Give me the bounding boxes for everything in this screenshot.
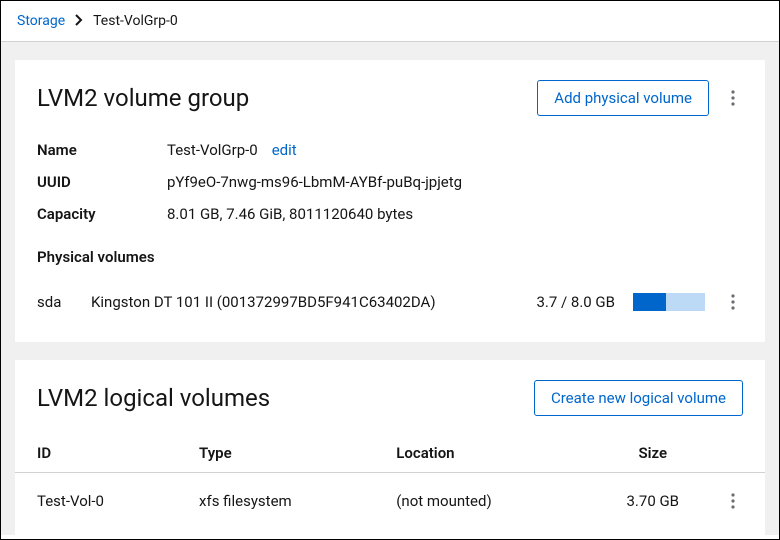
breadcrumb-current: Test-VolGrp-0 <box>93 13 178 29</box>
lv-size: 3.70 GB <box>591 473 715 526</box>
create-logical-volume-button[interactable]: Create new logical volume <box>534 380 743 416</box>
kebab-icon <box>731 90 735 106</box>
lv-type: xfs filesystem <box>191 473 388 526</box>
edit-name-link[interactable]: edit <box>272 141 297 159</box>
logical-volumes-table: ID Type Location Size Test-Vol-0 xfs fil… <box>15 434 765 525</box>
lv-col-id: ID <box>15 434 191 473</box>
kebab-icon <box>731 294 735 310</box>
pv-size: 3.7 / 8.0 GB <box>536 293 615 311</box>
lv-col-location: Location <box>388 434 590 473</box>
pv-usage-bar <box>633 293 705 311</box>
pv-kebab-menu[interactable] <box>723 288 743 316</box>
vg-kebab-menu[interactable] <box>723 84 743 112</box>
vg-uuid-value: pYf9eO-7nwg-ms96-LbmM-AYBf-puBq-jpjetg <box>167 173 462 191</box>
lv-kebab-menu[interactable] <box>723 487 743 515</box>
vg-title: LVM2 volume group <box>37 84 249 112</box>
kebab-icon <box>731 493 735 509</box>
lv-col-size: Size <box>591 434 715 473</box>
lv-title: LVM2 logical volumes <box>37 384 270 412</box>
pv-device: sda <box>37 293 73 311</box>
lv-col-type: Type <box>191 434 388 473</box>
lv-id: Test-Vol-0 <box>15 473 191 526</box>
vg-capacity-value: 8.01 GB, 7.46 GiB, 8011120640 bytes <box>167 205 413 223</box>
pv-description: Kingston DT 101 II (001372997BD5F941C634… <box>91 293 518 311</box>
logical-volumes-card: LVM2 logical volumes Create new logical … <box>15 360 765 535</box>
physical-volumes-heading: Physical volumes <box>37 248 743 266</box>
vg-uuid-label: UUID <box>37 173 167 191</box>
volume-group-card: LVM2 volume group Add physical volume Na… <box>15 60 765 342</box>
add-physical-volume-button[interactable]: Add physical volume <box>537 80 709 116</box>
physical-volume-row[interactable]: sda Kingston DT 101 II (001372997BD5F941… <box>15 280 765 324</box>
chevron-right-icon <box>75 14 83 29</box>
breadcrumb: Storage Test-VolGrp-0 <box>1 1 779 42</box>
vg-name-value: Test-VolGrp-0 <box>167 141 258 159</box>
table-row[interactable]: Test-Vol-0 xfs filesystem (not mounted) … <box>15 473 765 526</box>
breadcrumb-root-link[interactable]: Storage <box>17 13 65 29</box>
pv-usage-fill <box>633 293 666 311</box>
lv-location: (not mounted) <box>388 473 590 526</box>
vg-properties: Name Test-VolGrp-0 edit UUID pYf9eO-7nwg… <box>37 134 743 230</box>
vg-capacity-label: Capacity <box>37 205 167 223</box>
vg-name-label: Name <box>37 141 167 159</box>
